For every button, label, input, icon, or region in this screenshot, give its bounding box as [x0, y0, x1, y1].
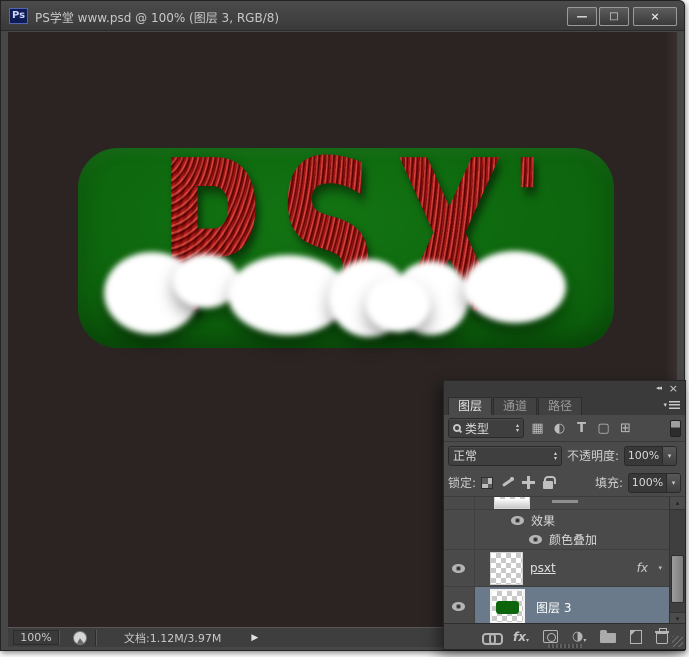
add-layer-style-button[interactable]: fx▾ [513, 630, 529, 644]
effects-row[interactable]: 效果 [444, 510, 669, 530]
layer-effects-fx-icon[interactable]: fx [637, 561, 648, 575]
lock-transparent-pixels-icon[interactable] [481, 477, 493, 489]
layer-thumbnail[interactable] [494, 497, 530, 509]
panel-resize-grip[interactable] [672, 636, 683, 647]
layer-name[interactable]: 图层 3 [536, 599, 571, 616]
tab-layers[interactable]: 图层 [448, 397, 492, 415]
layer-name[interactable]: psxt [530, 561, 556, 575]
menu-arrow-icon: ▾ [663, 401, 667, 409]
filter-toggle-switch[interactable] [670, 420, 681, 437]
layer-row-layer3[interactable]: 图层 3 [444, 587, 669, 625]
layer-list-scrollbar[interactable]: ▴ ▾ [669, 497, 685, 625]
panel-menu-icon[interactable]: ▾ [663, 401, 680, 409]
maximize-button[interactable]: □ [599, 7, 629, 26]
scroll-up-icon[interactable]: ▴ [670, 497, 685, 510]
opacity-input[interactable]: 100% ▾ [624, 446, 677, 466]
new-group-icon[interactable] [600, 633, 616, 643]
lock-label: 锁定: [448, 474, 476, 491]
add-adjustment-layer-button[interactable]: ◑▾ [572, 629, 586, 644]
fill-dropdown-arrow-icon[interactable]: ▾ [666, 474, 680, 492]
zoom-level-field[interactable]: 100% [13, 630, 59, 645]
visibility-eye-icon[interactable] [452, 564, 465, 573]
desktop: Ps PS学堂 www.psd @ 100% (图层 3, RGB/8) — □… [0, 0, 689, 657]
blend-mode-value: 正常 [453, 447, 477, 464]
panel-drag-handle[interactable] [548, 644, 582, 648]
filter-type-layers-icon[interactable]: T [573, 421, 590, 436]
filter-pixel-layers-icon[interactable]: ▦ [529, 421, 546, 436]
delete-layer-icon[interactable] [656, 633, 668, 644]
document-size-info: 文档:1.12M/3.97M [124, 630, 221, 646]
fill-input[interactable]: 100% ▾ [628, 473, 681, 493]
filter-kind-value: 类型 [465, 420, 489, 437]
layer-thumbnail[interactable] [490, 552, 523, 585]
status-flyout-arrow-icon[interactable]: ▶ [251, 633, 258, 643]
artwork: PSXT [78, 148, 614, 348]
filter-adjustment-layers-icon[interactable]: ◐ [551, 421, 568, 436]
effects-label: 效果 [531, 512, 555, 529]
tab-channels[interactable]: 通道 [493, 397, 537, 415]
title-bar[interactable]: Ps PS学堂 www.psd @ 100% (图层 3, RGB/8) — □… [1, 1, 684, 31]
layer-list: 效果 颜色叠加 psxt fx ▾ 图层 3 [444, 496, 685, 625]
layer-filter-row: 类型 ▴▾ ▦ ◐ T ▢ ⊞ [444, 415, 685, 442]
lock-image-pixels-icon[interactable] [501, 476, 514, 489]
divider [95, 630, 96, 646]
panel-tabs: 图层 通道 路径 ▾ [444, 396, 685, 415]
lock-all-icon[interactable] [543, 476, 553, 489]
collapse-to-icons-icon[interactable]: ◂◂ [656, 384, 661, 392]
fill-label: 填充: [595, 474, 623, 491]
search-icon [453, 424, 461, 432]
minimize-button[interactable]: — [567, 7, 597, 26]
lock-row: 锁定: 填充: 100% ▾ [444, 469, 685, 496]
combo-arrows-icon: ▴▾ [516, 423, 519, 433]
tab-paths[interactable]: 路径 [538, 397, 582, 415]
white-fur-trim [78, 148, 614, 348]
opacity-label: 不透明度: [567, 447, 619, 464]
status-circle-icon [73, 631, 87, 645]
menu-lines-icon [669, 401, 680, 409]
color-overlay-label: 颜色叠加 [549, 531, 597, 548]
layer-row-psxt[interactable]: psxt fx ▾ [444, 550, 669, 587]
layer-thumbnail[interactable] [490, 589, 525, 624]
panel-title-bar[interactable]: ◂◂ × [444, 381, 685, 396]
scrollbar-thumb[interactable] [671, 555, 684, 603]
add-layer-mask-icon[interactable] [543, 630, 558, 643]
opacity-dropdown-arrow-icon[interactable]: ▾ [662, 447, 676, 465]
green-layer-preview [496, 601, 519, 614]
fill-value[interactable]: 100% [629, 476, 666, 489]
link-layers-icon[interactable] [482, 633, 499, 641]
filter-shape-layers-icon[interactable]: ▢ [595, 421, 612, 436]
fur-blob [366, 276, 430, 332]
visibility-eye-icon[interactable] [529, 535, 542, 544]
lock-position-icon[interactable] [522, 476, 535, 489]
visibility-eye-icon[interactable] [511, 516, 524, 525]
photoshop-logo-icon: Ps [9, 8, 28, 24]
panel-close-icon[interactable]: × [669, 382, 678, 395]
filter-kind-dropdown[interactable]: 类型 ▴▾ [448, 418, 524, 438]
visibility-eye-icon[interactable] [452, 602, 465, 611]
filter-smart-object-icon[interactable]: ⊞ [617, 421, 634, 436]
panel-bottom-toolbar: fx▾ ◑▾ [444, 623, 685, 649]
window-title: PS学堂 www.psd @ 100% (图层 3, RGB/8) [35, 9, 279, 26]
collapse-effects-arrow-icon[interactable]: ▾ [658, 564, 662, 572]
blend-mode-dropdown[interactable]: 正常 ▴▾ [448, 446, 562, 466]
blend-mode-row: 正常 ▴▾ 不透明度: 100% ▾ [444, 442, 685, 469]
close-button[interactable]: × [633, 7, 677, 26]
fur-blob [464, 251, 566, 323]
combo-arrows-icon: ▴▾ [554, 451, 557, 461]
layers-panel: ◂◂ × 图层 通道 路径 ▾ 类型 ▴▾ ▦ ◐ T ▢ ⊞ [443, 380, 686, 650]
new-layer-icon[interactable] [630, 630, 642, 644]
opacity-value[interactable]: 100% [625, 449, 662, 462]
layer-row-clipped[interactable] [444, 497, 669, 510]
clipped-layer-name [552, 500, 578, 503]
lock-buttons [481, 476, 553, 489]
color-overlay-row[interactable]: 颜色叠加 [444, 530, 669, 550]
